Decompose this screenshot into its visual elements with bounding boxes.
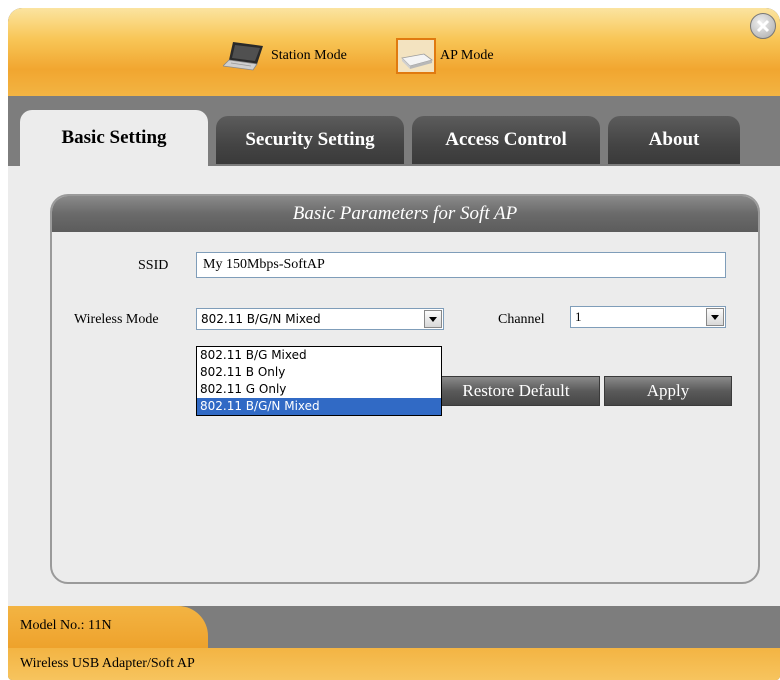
ap-icon-frame: [396, 38, 436, 74]
footer: Model No.: 11N Wireless USB Adapter/Soft…: [8, 606, 780, 680]
router-icon: [401, 53, 433, 69]
content-area: Basic Parameters for Soft AP SSID My 150…: [8, 166, 780, 606]
header-bar: Station Mode AP Mode: [8, 8, 780, 96]
ap-mode-label: AP Mode: [440, 48, 494, 63]
model-tab: Model No.: 11N: [8, 606, 208, 648]
station-mode-button[interactable]: Station Mode: [223, 38, 347, 74]
channel-select[interactable]: 1: [570, 306, 726, 328]
wireless-mode-dropdown-list: 802.11 B/G Mixed 802.11 B Only 802.11 G …: [196, 346, 442, 416]
ssid-input[interactable]: My 150Mbps-SoftAP: [196, 252, 726, 278]
restore-default-button[interactable]: Restore Default: [432, 376, 600, 406]
wireless-mode-value: 802.11 B/G/N Mixed: [201, 312, 321, 326]
tab-basic-setting[interactable]: Basic Setting: [20, 110, 208, 166]
dropdown-option-selected[interactable]: 802.11 B/G/N Mixed: [197, 398, 441, 415]
apply-button[interactable]: Apply: [604, 376, 732, 406]
footer-bar: Model No.: 11N: [8, 606, 780, 648]
channel-value: 1: [575, 309, 582, 324]
chevron-down-icon[interactable]: [424, 310, 442, 328]
tab-security-setting[interactable]: Security Setting: [216, 116, 404, 164]
chevron-down-icon[interactable]: [706, 308, 724, 326]
wireless-mode-select[interactable]: 802.11 B/G/N Mixed: [196, 308, 444, 330]
wireless-mode-label: Wireless Mode: [74, 312, 159, 327]
ap-mode-button[interactable]: AP Mode: [396, 38, 494, 74]
dropdown-option[interactable]: 802.11 G Only: [197, 381, 441, 398]
tab-access-control[interactable]: Access Control: [412, 116, 600, 164]
laptop-icon: [223, 42, 263, 71]
station-mode-label: Station Mode: [271, 48, 347, 63]
basic-parameters-panel: Basic Parameters for Soft AP SSID My 150…: [50, 194, 760, 584]
tab-about[interactable]: About: [608, 116, 740, 164]
model-number: Model No.: 11N: [20, 618, 112, 633]
device-description: Wireless USB Adapter/Soft AP: [20, 656, 195, 671]
dropdown-option[interactable]: 802.11 B/G Mixed: [197, 347, 441, 364]
panel-title: Basic Parameters for Soft AP: [52, 196, 758, 232]
channel-label: Channel: [498, 312, 545, 327]
tab-bar: Basic Setting Security Setting Access Co…: [8, 96, 780, 166]
close-icon[interactable]: [750, 13, 776, 39]
status-bar: Wireless USB Adapter/Soft AP: [8, 648, 780, 680]
dropdown-option[interactable]: 802.11 B Only: [197, 364, 441, 381]
app-window: Station Mode AP Mode Basic Setting Secur…: [8, 8, 780, 680]
ssid-label: SSID: [138, 258, 169, 273]
